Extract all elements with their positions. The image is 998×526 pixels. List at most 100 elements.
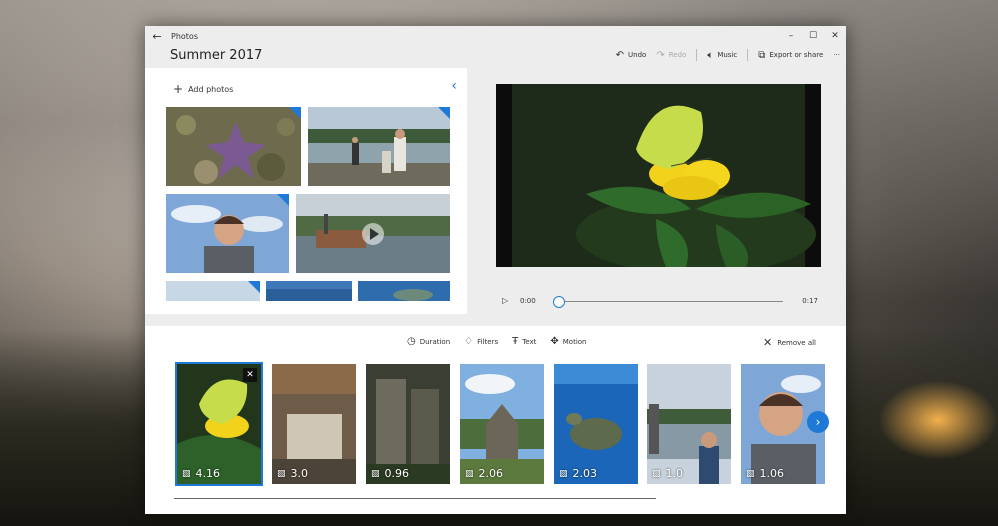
image-icon: ▧	[277, 468, 286, 479]
video-preview[interactable]	[496, 84, 821, 267]
maximize-button[interactable]: ☐	[802, 26, 824, 46]
close-window-button[interactable]: ✕	[824, 26, 846, 46]
storyboard-clip[interactable]: ▧ 2.03	[554, 364, 638, 484]
more-options-button[interactable]: ···	[833, 51, 840, 59]
project-title[interactable]: Summer 2017	[170, 48, 262, 63]
storyboard-panel: ◷ Duration ♢ Filters Ŧ Text ✥ Motion ✕ R…	[145, 326, 846, 514]
export-share-button[interactable]: ⧉ Export or share	[758, 50, 823, 61]
plus-icon: +	[173, 82, 184, 96]
storyboard-clip[interactable]: ✕ ▧ 4.16	[175, 362, 263, 486]
clip-duration: ▧ 0.96	[371, 467, 409, 480]
desktop-background-glow	[878, 380, 998, 460]
storyboard-clip[interactable]: ▧ 1.0	[647, 364, 731, 484]
library-thumbnail[interactable]	[166, 194, 289, 273]
selected-corner-marker	[289, 107, 301, 119]
text-button[interactable]: Ŧ Text	[512, 336, 536, 347]
image-icon: ▧	[465, 468, 474, 479]
pergola-clip-image	[272, 364, 356, 484]
text-icon: Ŧ	[512, 336, 519, 347]
sky-photo	[166, 281, 260, 301]
library-thumbnail[interactable]	[166, 281, 260, 301]
beach-family-photo	[308, 107, 450, 186]
filters-icon: ♢	[464, 336, 474, 347]
clip-duration-value: 0.96	[384, 467, 410, 480]
back-arrow-icon: ←	[152, 29, 162, 43]
storyboard-tools: ◷ Duration ♢ Filters Ŧ Text ✥ Motion	[407, 336, 601, 347]
minimize-button[interactable]: –	[780, 26, 802, 46]
collapse-library-button[interactable]: ‹	[451, 78, 457, 94]
remove-all-label: Remove all	[777, 338, 816, 347]
scroll-next-button[interactable]: ›	[807, 411, 829, 433]
remove-all-button[interactable]: ✕ Remove all	[763, 336, 816, 349]
library-thumbnail[interactable]	[166, 107, 301, 186]
image-icon: ▧	[559, 468, 568, 479]
storyboard-clip[interactable]: ▧ 2.06	[460, 364, 544, 484]
library-thumbnail[interactable]	[358, 281, 450, 301]
redo-label: Redo	[668, 51, 687, 59]
undo-button[interactable]: ↶ Undo	[616, 50, 647, 61]
back-button[interactable]: ←	[145, 26, 169, 46]
title-bar: ← Photos – ☐ ✕	[145, 26, 846, 46]
clip-duration-value: 1.0	[665, 467, 684, 480]
scrub-track[interactable]	[558, 301, 783, 302]
current-time: 0:00	[520, 297, 536, 305]
scrub-handle[interactable]	[553, 296, 565, 308]
toolbar-separator	[696, 49, 698, 61]
library-thumbnail[interactable]	[308, 107, 450, 186]
redo-button[interactable]: ↷ Redo	[656, 50, 686, 61]
ferry-clip-image	[647, 364, 731, 484]
app-name: Photos	[171, 31, 198, 41]
clip-duration-value: 2.03	[572, 467, 598, 480]
music-button[interactable]: 🔈︎ Music	[707, 50, 737, 61]
underwater-photo	[358, 281, 450, 301]
motion-label: Motion	[562, 337, 587, 346]
duration-label: Duration	[419, 337, 451, 346]
turtle-clip-image	[554, 364, 638, 484]
boat-video-thumbnail	[296, 194, 450, 273]
photos-window: ← Photos – ☐ ✕ Summer 2017 ↶ Undo ↷ Redo…	[145, 26, 846, 514]
storyboard-clip[interactable]: ▧ 0.96	[366, 364, 450, 484]
motion-icon: ✥	[550, 336, 559, 347]
clock-icon: ◷	[407, 336, 416, 347]
clip-duration: ▧ 1.06	[746, 467, 784, 480]
motion-button[interactable]: ✥ Motion	[550, 336, 586, 347]
library-thumbnail[interactable]	[266, 281, 352, 301]
image-icon: ▧	[652, 468, 661, 479]
export-icon: ⧉	[758, 49, 766, 61]
storyboard-scrollbar[interactable]	[174, 498, 656, 499]
clip-duration-value: 4.16	[195, 467, 221, 480]
chevron-right-icon: ›	[815, 415, 821, 429]
filters-button[interactable]: ♢ Filters	[464, 336, 498, 347]
remove-clip-button[interactable]: ✕	[243, 368, 257, 382]
toolbar-separator	[747, 49, 749, 61]
image-icon: ▧	[182, 468, 191, 479]
selected-corner-marker	[248, 281, 260, 293]
undo-icon: ↶	[615, 49, 625, 61]
butterfly-preview-image	[496, 84, 821, 267]
clip-duration: ▧ 1.0	[652, 467, 683, 480]
image-icon: ▧	[746, 468, 755, 479]
clip-duration: ▧ 2.06	[465, 467, 503, 480]
butterfly-clip-image	[177, 364, 261, 484]
filters-label: Filters	[477, 337, 499, 346]
clip-duration: ▧ 4.16	[182, 467, 220, 480]
more-icon: ···	[833, 51, 840, 59]
total-time: 0:17	[802, 297, 818, 305]
speaker-icon: 🔈︎	[707, 49, 714, 61]
text-label: Text	[522, 337, 537, 346]
undo-label: Undo	[628, 51, 647, 59]
clip-duration-value: 2.06	[478, 467, 504, 480]
ruins-clip-image	[366, 364, 450, 484]
clip-duration-value: 1.06	[759, 467, 785, 480]
library-thumbnail[interactable]	[296, 194, 450, 273]
storyboard-clip[interactable]: ▧ 3.0	[272, 364, 356, 484]
add-photos-button[interactable]: + Add photos	[173, 82, 233, 96]
selected-corner-marker	[277, 194, 289, 206]
starfish-photo	[166, 107, 301, 186]
window-controls: – ☐ ✕	[780, 26, 846, 46]
play-button[interactable]: ▷	[502, 296, 508, 305]
temple-clip-image	[460, 364, 544, 484]
duration-button[interactable]: ◷ Duration	[407, 336, 450, 347]
clip-duration-value: 3.0	[290, 467, 309, 480]
play-icon: ▷	[502, 296, 509, 305]
